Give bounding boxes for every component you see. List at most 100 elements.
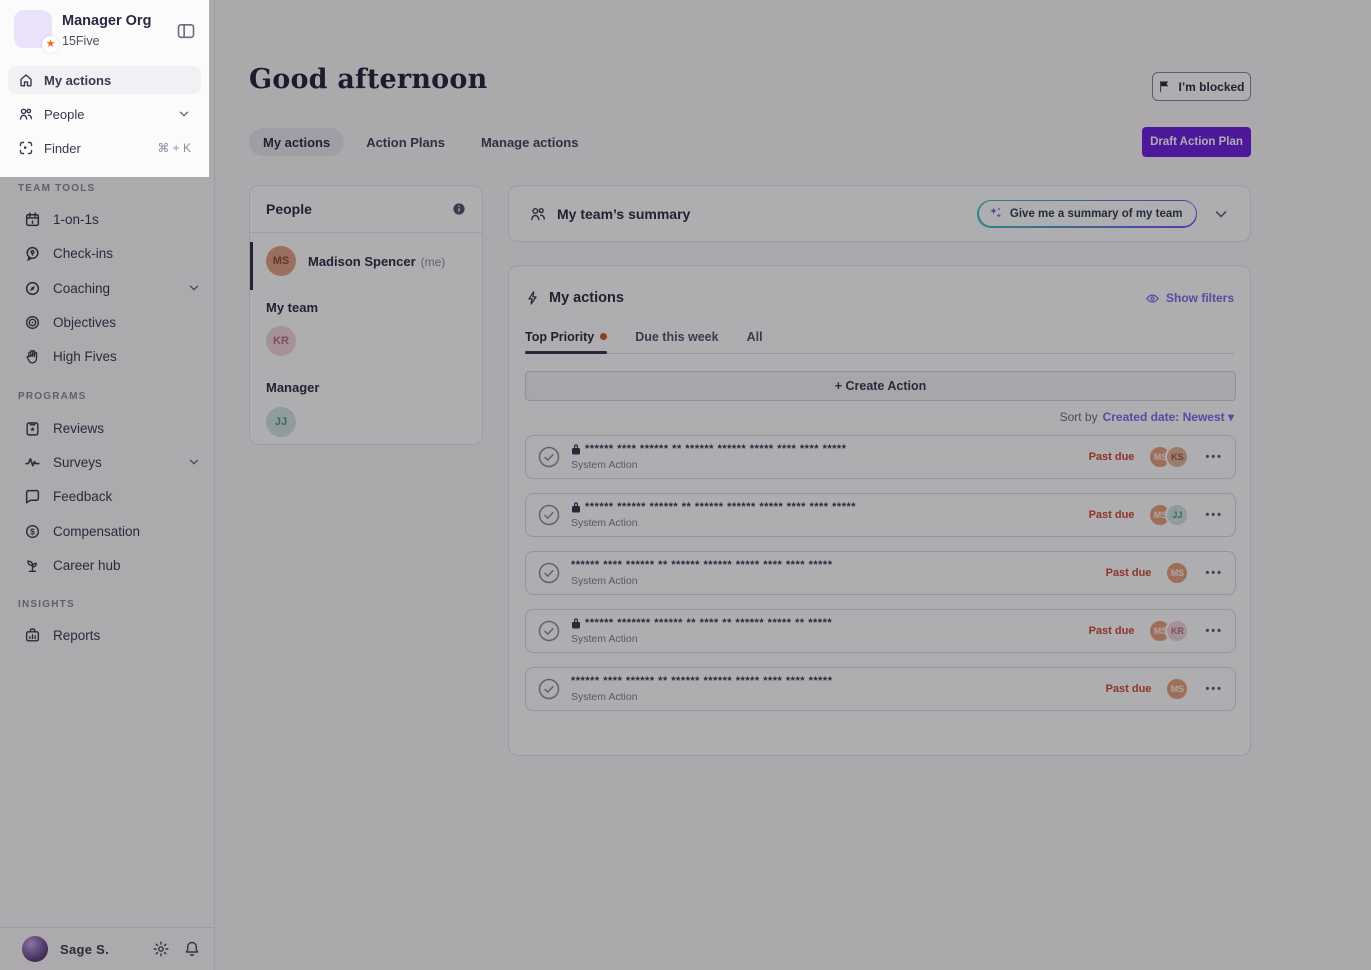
people-panel-title: People: [266, 201, 452, 217]
row-menu-button[interactable]: •••: [1205, 625, 1223, 637]
tab-all[interactable]: All: [747, 324, 763, 353]
sidebar-item-check-ins[interactable]: Check-ins: [0, 236, 215, 270]
action-title: ****** **** ****** ** ****** ****** ****…: [571, 675, 832, 687]
org-star-badge: ★: [42, 36, 59, 53]
sidebar-item-my-actions[interactable]: My actions: [8, 66, 201, 94]
tab-due-this-week[interactable]: Due this week: [635, 324, 718, 353]
sidebar-item-career-hub[interactable]: Career hub: [0, 548, 215, 582]
action-title: ****** ******* ****** ** **** ** ****** …: [585, 617, 832, 629]
avatar: MS: [1165, 561, 1189, 585]
action-title: ****** **** ****** ** ****** ****** ****…: [571, 559, 832, 571]
action-subtitle: System Action: [571, 459, 1089, 471]
sidebar-item-high-fives[interactable]: High Fives: [0, 339, 215, 373]
lock-icon: [571, 501, 581, 513]
briefcase-chart-icon: [24, 627, 41, 644]
sort-dropdown[interactable]: Created date: Newest ▾: [1103, 410, 1234, 424]
my-actions-title: My actions: [549, 290, 1145, 306]
sidebar-item-surveys[interactable]: Surveys: [0, 445, 215, 479]
sidebar-item-objectives[interactable]: Objectives: [0, 305, 215, 339]
row-menu-button[interactable]: •••: [1205, 451, 1223, 463]
avatar: JJ: [266, 407, 296, 437]
info-icon[interactable]: [452, 202, 466, 216]
lock-icon: [571, 617, 581, 629]
action-subtitle: System Action: [571, 633, 1089, 645]
row-menu-button[interactable]: •••: [1205, 683, 1223, 695]
action-title: ****** **** ****** ** ****** ****** ****…: [585, 443, 846, 455]
status-badge: Past due: [1106, 567, 1152, 579]
user-name[interactable]: Sage S.: [60, 942, 152, 957]
sidebar-item-label: Objectives: [53, 315, 201, 330]
chevron-down-icon: [187, 281, 201, 295]
status-badge: Past due: [1089, 451, 1135, 463]
sidebar-item-label: Compensation: [53, 524, 201, 539]
speech-bubble-icon: [24, 488, 41, 505]
sidebar-item-finder[interactable]: Finder ⌘ + K: [8, 134, 201, 162]
check-circle-icon[interactable]: [538, 678, 560, 700]
check-circle-icon[interactable]: [538, 504, 560, 526]
action-row[interactable]: ****** ****** ****** ** ****** ****** **…: [525, 493, 1236, 537]
sidebar-item-label: High Fives: [53, 349, 201, 364]
action-row[interactable]: ****** ******* ****** ** **** ** ****** …: [525, 609, 1236, 653]
person-row-me[interactable]: MS Madison Spencer(me): [250, 240, 482, 292]
section-team-tools: TEAM TOOLS: [18, 183, 95, 194]
tab-action-plans[interactable]: Action Plans: [352, 128, 459, 156]
tab-top-priority[interactable]: Top Priority: [525, 324, 607, 353]
tab-label: Top Priority: [525, 330, 594, 344]
dollar-circle-icon: $: [24, 523, 41, 540]
compass-icon: [24, 280, 41, 297]
org-product-label: 15Five: [62, 34, 100, 48]
hand-icon: [24, 348, 41, 365]
sidebar-item-label: Career hub: [53, 558, 201, 573]
im-blocked-button[interactable]: I’m blocked: [1152, 72, 1251, 101]
action-row[interactable]: ****** **** ****** ** ****** ****** ****…: [525, 435, 1236, 479]
row-menu-button[interactable]: •••: [1205, 567, 1223, 579]
assignee-avatars: MS: [1165, 677, 1189, 701]
sidebar-item-1-on-1s[interactable]: 1-on-1s: [0, 202, 215, 236]
avatar: MS: [266, 246, 296, 276]
assignee-avatars: MS KR: [1148, 619, 1189, 643]
bell-icon[interactable]: [183, 940, 201, 958]
priority-dot: [600, 333, 607, 340]
check-circle-icon[interactable]: [538, 446, 560, 468]
sidebar-item-label: Feedback: [53, 489, 201, 504]
page-title: Good afternoon: [249, 64, 487, 95]
chevron-down-icon[interactable]: [1212, 205, 1230, 223]
tab-my-actions[interactable]: My actions: [249, 128, 344, 156]
sidebar-item-coaching[interactable]: Coaching: [0, 271, 215, 305]
action-title: ****** ****** ****** ** ****** ****** **…: [585, 501, 856, 513]
gear-icon[interactable]: [152, 940, 170, 958]
action-subtitle: System Action: [571, 691, 1106, 703]
draft-action-plan-button[interactable]: Draft Action Plan: [1142, 127, 1251, 157]
row-menu-button[interactable]: •••: [1205, 509, 1223, 521]
sidebar-item-reports[interactable]: Reports: [0, 618, 215, 652]
user-avatar[interactable]: [22, 936, 48, 962]
ai-summary-button[interactable]: Give me a summary of my team: [977, 200, 1197, 228]
assignee-avatars: MS JJ: [1148, 503, 1189, 527]
sidebar-item-label: Coaching: [53, 281, 187, 296]
sidebar-item-label: 1-on-1s: [53, 212, 201, 227]
sidebar-collapse-icon[interactable]: [176, 21, 196, 41]
sidebar-item-people[interactable]: People: [8, 100, 201, 128]
chevron-down-icon: [187, 455, 201, 469]
sidebar-item-reviews[interactable]: Reviews: [0, 411, 215, 445]
pulse-icon: [24, 454, 41, 471]
show-filters-button[interactable]: Show filters: [1145, 291, 1234, 306]
tab-manage-actions[interactable]: Manage actions: [467, 128, 593, 156]
person-row-team-member[interactable]: KR: [266, 326, 296, 356]
create-action-button[interactable]: + Create Action: [525, 371, 1236, 401]
action-row[interactable]: ****** **** ****** ** ****** ****** ****…: [525, 551, 1236, 595]
action-row[interactable]: ****** **** ****** ** ****** ****** ****…: [525, 667, 1236, 711]
ai-summary-label: Give me a summary of my team: [1010, 208, 1183, 220]
sidebar-item-label: Reports: [53, 628, 201, 643]
check-circle-icon[interactable]: [538, 562, 560, 584]
status-badge: Past due: [1106, 683, 1152, 695]
sidebar-item-compensation[interactable]: $ Compensation: [0, 514, 215, 548]
section-insights: INSIGHTS: [18, 599, 75, 610]
person-row-manager[interactable]: JJ: [266, 407, 296, 437]
page-tabs: My actions Action Plans Manage actions: [249, 128, 592, 156]
sidebar: ★ Manager Org 15Five My actions People F…: [0, 0, 215, 970]
calendar-icon: [24, 211, 41, 228]
org-switcher[interactable]: ★ Manager Org 15Five: [14, 10, 204, 54]
sidebar-item-feedback[interactable]: Feedback: [0, 479, 215, 513]
check-circle-icon[interactable]: [538, 620, 560, 642]
